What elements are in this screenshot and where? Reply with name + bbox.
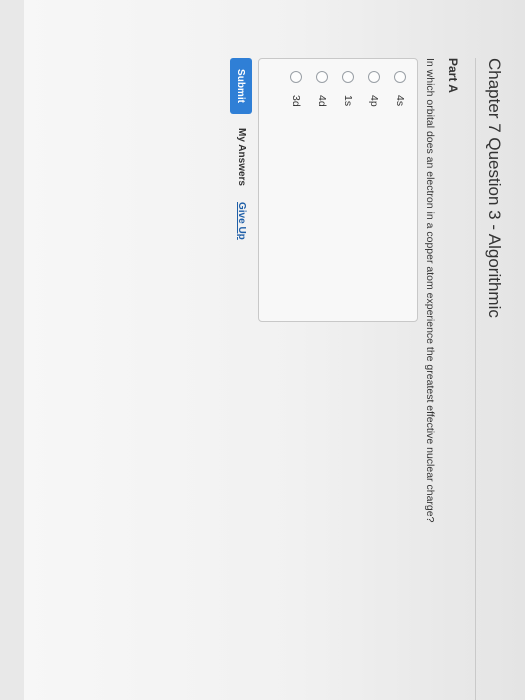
- question-page: Chapter 7 Question 3 - Algorithmic Part …: [50, 0, 520, 700]
- option-label: 4s: [394, 95, 406, 107]
- title-divider: [475, 58, 476, 700]
- radio-button[interactable]: [316, 71, 328, 83]
- answer-options-box: 4s 4p 1s 4d 3d: [258, 58, 418, 322]
- part-label: Part A: [446, 58, 460, 93]
- option-label: 3d: [290, 95, 302, 107]
- option-4p[interactable]: 4p: [365, 71, 383, 107]
- option-1s[interactable]: 1s: [339, 71, 357, 106]
- option-4s[interactable]: 4s: [391, 71, 409, 106]
- option-label: 1s: [342, 95, 354, 107]
- radio-button[interactable]: [368, 71, 380, 83]
- radio-button[interactable]: [290, 71, 302, 83]
- question-text: In which orbital does an electron in a c…: [424, 58, 436, 523]
- monitor-bezel: [0, 0, 24, 700]
- my-answers-link[interactable]: My Answers: [236, 128, 247, 186]
- submit-button[interactable]: Submit: [230, 58, 252, 114]
- option-3d[interactable]: 3d: [287, 71, 305, 107]
- give-up-link[interactable]: Give Up: [236, 202, 247, 240]
- option-label: 4d: [316, 95, 328, 107]
- page-title: Chapter 7 Question 3 - Algorithmic: [485, 58, 504, 318]
- radio-button[interactable]: [342, 71, 354, 83]
- option-4d[interactable]: 4d: [313, 71, 331, 107]
- option-label: 4p: [368, 95, 380, 107]
- radio-button[interactable]: [394, 71, 406, 83]
